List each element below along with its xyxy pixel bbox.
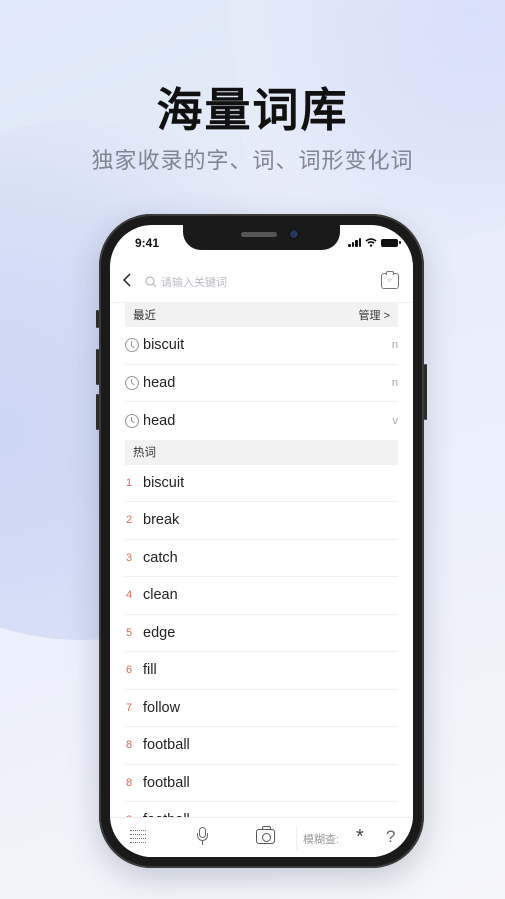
promo-subline: 独家收录的字、词、词形变化词 (91, 148, 414, 173)
hot-word: football (143, 774, 190, 791)
recent-item[interactable]: head n (125, 365, 398, 402)
power-button (424, 364, 427, 420)
fuzzy-search-label: 模糊查: (303, 834, 340, 846)
hot-word: break (143, 512, 180, 529)
status-icons (348, 238, 401, 247)
wildcard-question-button[interactable]: ? (386, 827, 395, 847)
part-of-speech: n (391, 376, 398, 389)
search-placeholder: 请输入关键词 (161, 277, 227, 289)
hot-word: follow (143, 699, 181, 716)
volume-down-button (96, 394, 99, 430)
hot-word: biscuit (143, 474, 185, 491)
rank-number: 1 (126, 476, 133, 489)
hot-item[interactable]: 5 edge (125, 615, 398, 652)
battery-icon (381, 238, 401, 247)
search-icon (145, 276, 157, 288)
back-button[interactable] (122, 273, 132, 291)
divider (296, 826, 297, 850)
search-bar: 请输入关键词 ☆ (110, 261, 413, 303)
silent-switch (96, 310, 99, 328)
hot-item[interactable]: 8 football (125, 765, 398, 802)
rank-number: 8 (126, 739, 133, 752)
wifi-icon (365, 238, 377, 247)
rank-number: 3 (126, 551, 133, 564)
manage-button[interactable]: 管理 > (359, 307, 390, 323)
keyboard-icon[interactable] (130, 830, 146, 843)
front-camera (290, 230, 298, 238)
part-of-speech: n (391, 339, 398, 352)
wildcard-star-button[interactable]: * (356, 826, 364, 849)
hot-word: clean (143, 587, 178, 604)
hot-word: fill (143, 662, 157, 679)
rank-number: 2 (126, 514, 133, 527)
hot-item[interactable]: 1 biscuit (125, 465, 398, 502)
promo-headline: 海量词库 (156, 84, 349, 136)
recent-list: biscuit n head n head v (125, 327, 398, 440)
photo-search-button[interactable]: ☆ (381, 271, 399, 289)
bottom-toolbar: 模糊查: * ? (110, 817, 413, 857)
clock-icon (125, 413, 139, 428)
rank-number: 8 (126, 776, 133, 789)
hot-section-header: 热词 (125, 439, 398, 465)
rank-number: 4 (126, 589, 133, 602)
word-list: 最近 管理 > biscuit n head n head v 热词 1 bis… (125, 302, 398, 840)
hot-item[interactable]: 8 football (125, 727, 398, 765)
hot-item[interactable]: 7 follow (125, 690, 398, 727)
rank-number: 5 (126, 626, 133, 639)
rank-number: 7 (126, 701, 133, 714)
hot-item[interactable]: 3 catch (125, 540, 398, 577)
status-time: 9:41 (135, 236, 160, 250)
clock-icon (125, 375, 139, 390)
speaker (241, 232, 277, 237)
recent-section-header: 最近 管理 > (125, 302, 398, 327)
star-icon: ☆ (387, 278, 393, 284)
recent-item[interactable]: head v (125, 402, 398, 440)
camera-icon[interactable] (256, 826, 275, 844)
chevron-left-icon (122, 273, 131, 287)
hot-item[interactable]: 4 clean (125, 577, 398, 615)
search-input[interactable]: 请输入关键词 (145, 274, 227, 290)
recent-title: 最近 (133, 309, 156, 322)
rank-number: 6 (126, 664, 133, 677)
hot-list: 1 biscuit 2 break 3 catch 4 clean 5 edge 6 fil… (125, 465, 398, 840)
hot-word: football (143, 737, 190, 754)
recent-item[interactable]: biscuit n (125, 327, 398, 365)
microphone-icon[interactable] (197, 827, 208, 847)
hot-word: edge (143, 624, 176, 641)
volume-up-button (96, 349, 99, 385)
hot-title: 热词 (133, 447, 156, 459)
recent-word: head (143, 374, 176, 391)
recent-word: biscuit (143, 337, 185, 354)
phone-screen: 9:41 请输入关键词 ☆ 最近 管理 > biscuit n head n h… (110, 225, 413, 857)
recent-word: head (143, 412, 176, 429)
hot-item[interactable]: 2 break (125, 502, 398, 540)
phone-frame: 9:41 请输入关键词 ☆ 最近 管理 > biscuit n head n h… (96, 214, 427, 868)
hot-word: catch (143, 549, 178, 566)
part-of-speech: v (392, 414, 399, 427)
clock-icon (125, 338, 139, 353)
signal-icon (348, 238, 361, 247)
notch (183, 225, 340, 250)
hot-item[interactable]: 6 fill (125, 652, 398, 690)
